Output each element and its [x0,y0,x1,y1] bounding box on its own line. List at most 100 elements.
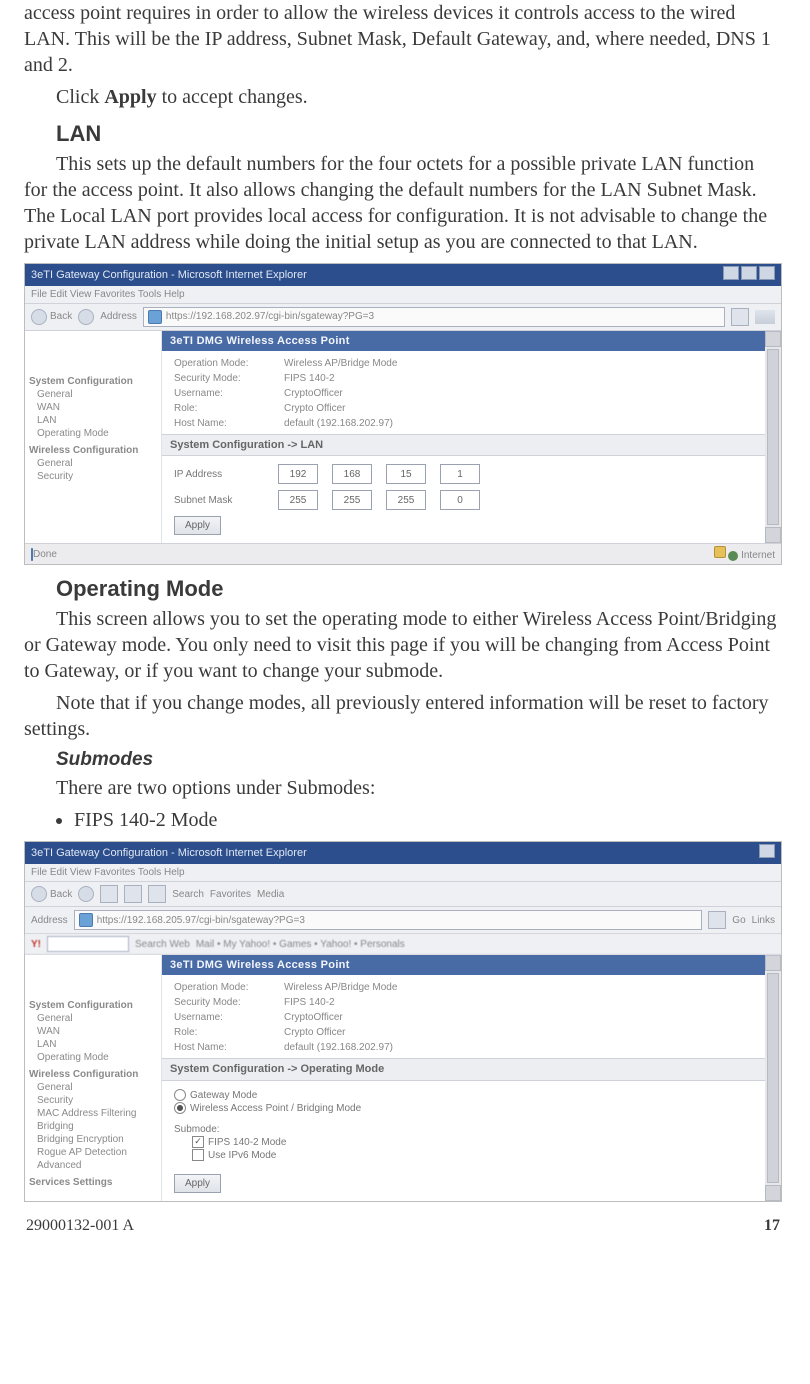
val: default (192.168.202.97) [284,417,753,430]
lock-icon [714,546,726,558]
val: default (192.168.202.97) [284,1041,753,1054]
yahoo-links[interactable]: Mail • My Yahoo! • Games • Yahoo! • Pers… [196,938,405,951]
menu-bar[interactable]: File Edit View Favorites Tools Help [25,864,781,882]
sidebar-item-lan[interactable]: LAN [37,1038,157,1051]
val: Crypto Officer [284,402,753,415]
label: Gateway Mode [190,1090,257,1101]
sidebar-item-wsecurity[interactable]: Security [37,1094,157,1107]
val: CryptoOfficer [284,1011,753,1024]
yahoo-icon[interactable]: Y! [31,938,41,951]
yahoo-search-input[interactable] [47,936,129,952]
yahoo-search-label[interactable]: Search Web [135,938,190,951]
nav-sidebar: 3e System Configuration General WAN LAN … [25,331,162,544]
back-button[interactable]: Back [31,309,72,325]
panel-title: System Configuration -> LAN [162,434,765,456]
sidebar-item-wan[interactable]: WAN [37,401,157,414]
lbl: Role: [174,1026,284,1039]
window-titlebar: 3eTI Gateway Configuration - Microsoft I… [25,842,781,864]
screenshot-opmode: 3eTI Gateway Configuration - Microsoft I… [24,841,782,1202]
val: Wireless AP/Bridge Mode [284,981,753,994]
window-title: 3eTI Gateway Configuration - Microsoft I… [31,268,307,282]
search-label[interactable]: Search [172,888,204,901]
sidebar-item-general[interactable]: General [37,1012,157,1025]
window-title: 3eTI Gateway Configuration - Microsoft I… [31,846,307,860]
scrollbar[interactable] [765,331,781,544]
product-header: 3eTI DMG Wireless Access Point [162,955,765,975]
globe-icon [148,310,162,324]
links-label[interactable]: Links [752,914,775,927]
stop-icon[interactable] [100,885,118,903]
ip-octet-2[interactable] [332,464,372,484]
window-buttons[interactable] [721,266,775,284]
mask-octet-3[interactable] [386,490,426,510]
address-label: Address [100,310,137,323]
apply-button[interactable]: Apply [174,1174,221,1193]
refresh-icon[interactable] [124,885,142,903]
label: Wireless Access Point / Bridging Mode [190,1103,361,1114]
ip-octet-3[interactable] [386,464,426,484]
go-label: Go [732,914,745,927]
sidebar-item-wgeneral[interactable]: General [37,1081,157,1094]
ie-throbber-icon [755,310,775,324]
lbl: Username: [174,387,284,400]
val: CryptoOfficer [284,387,753,400]
main-panel: 3eTI DMG Wireless Access Point Operation… [162,331,765,544]
sidebar-item-macfilter[interactable]: MAC Address Filtering [37,1107,157,1120]
mask-octet-2[interactable] [332,490,372,510]
sidebar-item-lan[interactable]: LAN [37,414,157,427]
lbl: Host Name: [174,417,284,430]
sidebar-item-bridgeenc[interactable]: Bridging Encryption [37,1133,157,1146]
forward-icon[interactable] [78,309,94,325]
sidebar-item-opmode[interactable]: Operating Mode [37,427,157,440]
check-ipv6[interactable]: Use IPv6 Mode [192,1149,753,1162]
sidebar-item-opmode[interactable]: Operating Mode [37,1051,157,1064]
forward-icon[interactable] [78,886,94,902]
sidebar-item-general[interactable]: General [37,388,157,401]
ip-octet-1[interactable] [278,464,318,484]
back-label: Back [50,310,72,323]
mask-octet-1[interactable] [278,490,318,510]
heading-lan: LAN [56,120,782,149]
address-bar[interactable]: https://192.168.202.97/cgi-bin/sgateway?… [143,307,725,327]
sidebar-item-wan[interactable]: WAN [37,1025,157,1038]
apply-button[interactable]: Apply [174,516,221,535]
main-panel: 3eTI DMG Wireless Access Point Operation… [162,955,765,1201]
back-button[interactable]: Back [31,886,72,902]
radio-wap[interactable]: Wireless Access Point / Bridging Mode [174,1102,753,1115]
mask-octet-4[interactable] [440,490,480,510]
para-submodes: There are two options under Submodes: [24,775,782,801]
favorites-label[interactable]: Favorites [210,888,251,901]
radio-gateway[interactable]: Gateway Mode [174,1089,753,1102]
menu-bar[interactable]: File Edit View Favorites Tools Help [25,286,781,304]
sidebar-item-advanced[interactable]: Advanced [37,1159,157,1172]
para-opmode-1: This screen allows you to set the operat… [24,606,782,684]
yahoo-toolbar[interactable]: Y! Search Web Mail • My Yahoo! • Games •… [25,934,781,955]
window-buttons[interactable] [757,844,775,862]
logo-3e: 3e [0,335,19,373]
address-bar[interactable]: https://192.168.205.97/cgi-bin/sgateway?… [74,910,703,930]
sidebar-item-wgeneral[interactable]: General [37,457,157,470]
sidebar-item-wsecurity[interactable]: Security [37,470,157,483]
address-toolbar[interactable]: Address https://192.168.205.97/cgi-bin/s… [25,907,781,934]
doc-number: 29000132-001 A [26,1216,134,1237]
lbl: Operation Mode: [174,357,284,370]
val: FIPS 140-2 [284,372,753,385]
check-fips[interactable]: ✓FIPS 140-2 Mode [192,1136,753,1149]
sidebar-item-rogueap[interactable]: Rogue AP Detection [37,1146,157,1159]
sidebar-item-bridging[interactable]: Bridging [37,1120,157,1133]
media-label[interactable]: Media [257,888,284,901]
heading-opmode: Operating Mode [56,575,782,604]
go-button[interactable] [708,911,726,929]
val: Crypto Officer [284,1026,753,1039]
scrollbar[interactable] [765,955,781,1201]
status-bar: Done Internet [25,543,781,564]
home-icon[interactable] [148,885,166,903]
go-button[interactable] [731,308,749,326]
address-value: https://192.168.205.97/cgi-bin/sgateway?… [97,914,305,927]
status-info: Operation Mode:Wireless AP/Bridge Mode S… [162,351,765,434]
nav-toolbar[interactable]: Back Search Favorites Media [25,882,781,907]
address-label: Address [31,914,68,927]
nav-toolbar[interactable]: Back Address https://192.168.202.97/cgi-… [25,304,781,331]
ip-octet-4[interactable] [440,464,480,484]
val: FIPS 140-2 [284,996,753,1009]
